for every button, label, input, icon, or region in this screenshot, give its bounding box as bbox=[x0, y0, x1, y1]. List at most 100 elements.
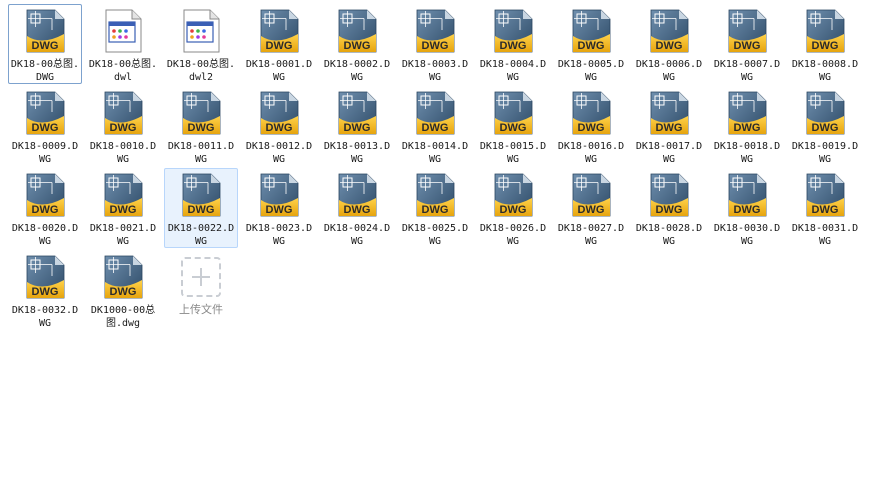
dwg-file-icon: DWG bbox=[22, 90, 68, 136]
file-item[interactable]: DWG DK18-0021.DWG bbox=[86, 168, 160, 248]
file-item[interactable]: DWG DK18-0020.DWG bbox=[8, 168, 82, 248]
file-name: DK1000-00总图.dwg bbox=[90, 305, 156, 329]
file-name: DK18-0008.DWG bbox=[791, 59, 859, 83]
file-item[interactable]: DK18-00总图.dwl2 bbox=[164, 4, 238, 84]
dwg-badge-label: DWG bbox=[32, 286, 59, 298]
dwg-file-icon: DWG bbox=[178, 90, 224, 136]
file-item[interactable]: DWG DK18-0025.DWG bbox=[398, 168, 472, 248]
dwg-file-icon: DWG bbox=[100, 254, 146, 300]
file-item[interactable]: DWG DK18-0023.DWG bbox=[242, 168, 316, 248]
file-item[interactable]: DWG DK18-0030.DWG bbox=[710, 168, 784, 248]
dwg-file-icon: DWG bbox=[22, 172, 68, 218]
upload-file-button[interactable]: 上传文件 bbox=[164, 250, 238, 330]
dwg-badge-label: DWG bbox=[110, 204, 137, 216]
file-item[interactable]: DWG DK18-00总图.DWG bbox=[8, 4, 82, 84]
file-name: DK18-0030.DWG bbox=[713, 223, 781, 247]
file-name: DK18-0026.DWG bbox=[479, 223, 547, 247]
file-item[interactable]: DWG DK18-0009.DWG bbox=[8, 86, 82, 166]
dwg-file-icon: DWG bbox=[802, 8, 848, 54]
dwg-badge-label: DWG bbox=[500, 40, 527, 52]
dwg-badge-label: DWG bbox=[188, 204, 215, 216]
file-item[interactable]: DWG DK18-0024.DWG bbox=[320, 168, 394, 248]
file-item[interactable]: DWG DK18-0032.DWG bbox=[8, 250, 82, 330]
file-item[interactable]: DWG DK18-0028.DWG bbox=[632, 168, 706, 248]
dwg-badge-label: DWG bbox=[422, 204, 449, 216]
generic-file-icon bbox=[178, 8, 224, 54]
file-item[interactable]: DWG DK1000-00总图.dwg bbox=[86, 250, 160, 330]
file-name: DK18-0020.DWG bbox=[11, 223, 79, 247]
file-name: DK18-00总图.DWG bbox=[10, 59, 80, 83]
dwg-badge-label: DWG bbox=[812, 40, 839, 52]
dwg-file-icon: DWG bbox=[334, 172, 380, 218]
dwg-badge-label: DWG bbox=[734, 40, 761, 52]
dwg-file-icon: DWG bbox=[724, 8, 770, 54]
dwg-badge-label: DWG bbox=[110, 122, 137, 134]
file-item[interactable]: DWG DK18-0004.DWG bbox=[476, 4, 550, 84]
file-name: DK18-0031.DWG bbox=[791, 223, 859, 247]
dwg-badge-label: DWG bbox=[812, 204, 839, 216]
dwg-file-icon: DWG bbox=[256, 90, 302, 136]
dwg-badge-label: DWG bbox=[110, 286, 137, 298]
file-name: DK18-0018.DWG bbox=[713, 141, 781, 165]
dwg-file-icon: DWG bbox=[724, 90, 770, 136]
file-grid: DWG DK18-00总图.DWG DK18-00总图.dwl DK18-00总… bbox=[8, 4, 886, 332]
file-item[interactable]: DWG DK18-0008.DWG bbox=[788, 4, 862, 84]
dwg-file-icon: DWG bbox=[802, 172, 848, 218]
dwg-badge-label: DWG bbox=[656, 40, 683, 52]
dwg-file-icon: DWG bbox=[22, 8, 68, 54]
file-name: DK18-0021.DWG bbox=[89, 223, 157, 247]
dwg-file-icon: DWG bbox=[100, 90, 146, 136]
upload-file-label: 上传文件 bbox=[179, 303, 223, 316]
file-item[interactable]: DWG DK18-0016.DWG bbox=[554, 86, 628, 166]
file-name: DK18-0017.DWG bbox=[635, 141, 703, 165]
dwg-badge-label: DWG bbox=[500, 204, 527, 216]
dwg-badge-label: DWG bbox=[266, 204, 293, 216]
file-item[interactable]: DWG DK18-0019.DWG bbox=[788, 86, 862, 166]
file-name: DK18-0028.DWG bbox=[635, 223, 703, 247]
dwg-badge-label: DWG bbox=[734, 122, 761, 134]
file-item[interactable]: DWG DK18-0006.DWG bbox=[632, 4, 706, 84]
dwg-file-icon: DWG bbox=[334, 90, 380, 136]
file-item[interactable]: DWG DK18-0026.DWG bbox=[476, 168, 550, 248]
file-item[interactable]: DWG DK18-0011.DWG bbox=[164, 86, 238, 166]
file-item[interactable]: DWG DK18-0005.DWG bbox=[554, 4, 628, 84]
file-item[interactable]: DK18-00总图.dwl bbox=[86, 4, 160, 84]
dwg-file-icon: DWG bbox=[490, 172, 536, 218]
dwg-file-icon: DWG bbox=[412, 90, 458, 136]
file-item[interactable]: DWG DK18-0003.DWG bbox=[398, 4, 472, 84]
file-name: DK18-0019.DWG bbox=[791, 141, 859, 165]
file-name: DK18-0016.DWG bbox=[557, 141, 625, 165]
file-item[interactable]: DWG DK18-0017.DWG bbox=[632, 86, 706, 166]
file-item[interactable]: DWG DK18-0014.DWG bbox=[398, 86, 472, 166]
file-item[interactable]: DWG DK18-0031.DWG bbox=[788, 168, 862, 248]
file-name: DK18-0004.DWG bbox=[479, 59, 547, 83]
file-name: DK18-0024.DWG bbox=[323, 223, 391, 247]
file-name: DK18-0023.DWG bbox=[245, 223, 313, 247]
file-item[interactable]: DWG DK18-0010.DWG bbox=[86, 86, 160, 166]
file-item[interactable]: DWG DK18-0018.DWG bbox=[710, 86, 784, 166]
dwg-file-icon: DWG bbox=[178, 172, 224, 218]
file-item[interactable]: DWG DK18-0022.DWG bbox=[164, 168, 238, 248]
file-item[interactable]: DWG DK18-0007.DWG bbox=[710, 4, 784, 84]
file-name: DK18-0027.DWG bbox=[557, 223, 625, 247]
dwg-badge-label: DWG bbox=[656, 204, 683, 216]
file-item[interactable]: DWG DK18-0012.DWG bbox=[242, 86, 316, 166]
file-name: DK18-0025.DWG bbox=[401, 223, 469, 247]
file-item[interactable]: DWG DK18-0027.DWG bbox=[554, 168, 628, 248]
file-item[interactable]: DWG DK18-0015.DWG bbox=[476, 86, 550, 166]
file-name: DK18-0009.DWG bbox=[11, 141, 79, 165]
dwg-badge-label: DWG bbox=[500, 122, 527, 134]
file-name: DK18-0032.DWG bbox=[11, 305, 79, 329]
dwg-file-icon: DWG bbox=[412, 172, 458, 218]
dwg-file-icon: DWG bbox=[22, 254, 68, 300]
file-name: DK18-0010.DWG bbox=[89, 141, 157, 165]
file-name: DK18-0022.DWG bbox=[167, 223, 235, 247]
dwg-file-icon: DWG bbox=[568, 90, 614, 136]
file-item[interactable]: DWG DK18-0002.DWG bbox=[320, 4, 394, 84]
file-item[interactable]: DWG DK18-0013.DWG bbox=[320, 86, 394, 166]
file-item[interactable]: DWG DK18-0001.DWG bbox=[242, 4, 316, 84]
dwg-badge-label: DWG bbox=[422, 40, 449, 52]
file-name: DK18-0002.DWG bbox=[323, 59, 391, 83]
dwg-file-icon: DWG bbox=[568, 8, 614, 54]
dwg-file-icon: DWG bbox=[412, 8, 458, 54]
